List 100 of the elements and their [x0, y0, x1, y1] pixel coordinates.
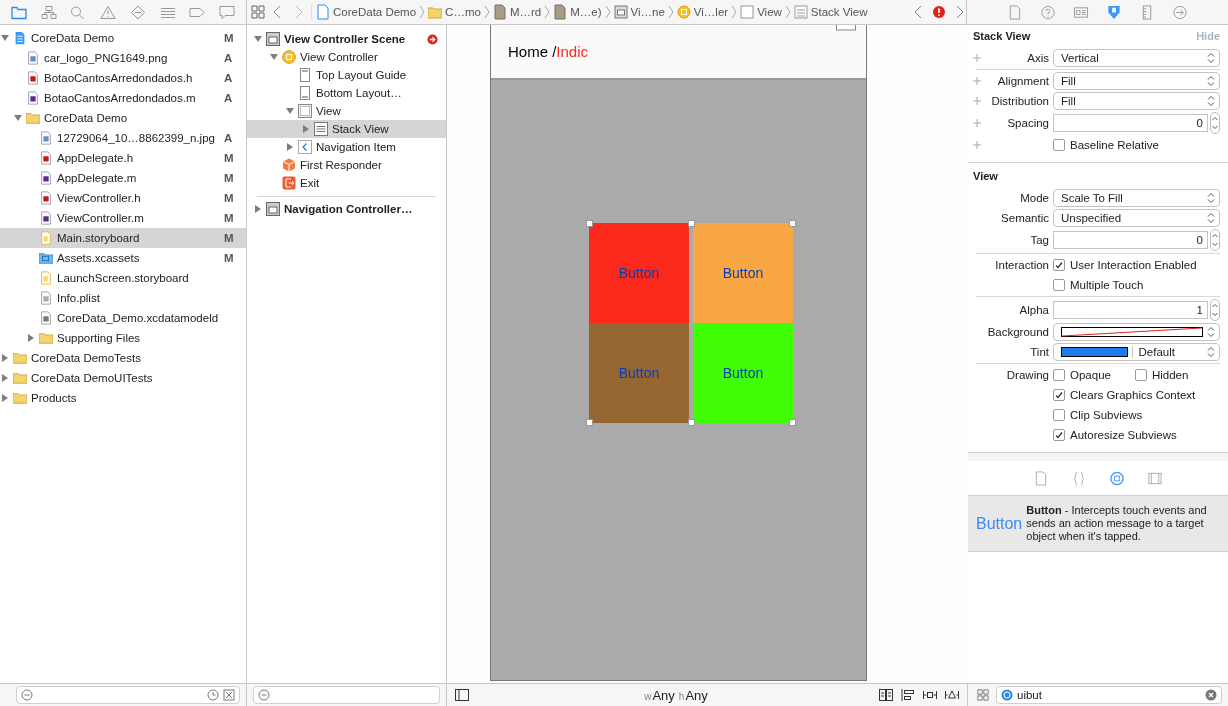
disclosure-triangle-icon[interactable] [1, 34, 9, 42]
folder-icon[interactable] [10, 4, 27, 20]
file-row[interactable]: Info.plist [0, 288, 246, 308]
pin-icon[interactable] [923, 689, 937, 701]
disclosure-triangle-icon[interactable] [286, 143, 294, 151]
search-icon[interactable] [70, 4, 87, 20]
breadcrumb[interactable]: Vi…ne [630, 6, 665, 18]
file-row[interactable]: CoreData_Demo.xcdatamodeld [0, 308, 246, 328]
object-library-icon[interactable] [1109, 470, 1125, 486]
popup-button[interactable]: Unspecified [1053, 209, 1220, 227]
checkbox[interactable]: Autoresize Subviews [1053, 429, 1177, 441]
disclosure-triangle-icon[interactable] [1, 374, 9, 382]
breadcrumb[interactable]: M…e) [570, 6, 602, 18]
file-row[interactable]: LaunchScreen.storyboard [0, 268, 246, 288]
checkbox[interactable]: Multiple Touch [1053, 279, 1144, 291]
file-icon[interactable] [1007, 4, 1023, 20]
outline-row[interactable]: View [247, 102, 446, 120]
file-row[interactable]: CoreData DemoTests [0, 348, 246, 368]
outline-row[interactable]: Stack View [247, 120, 446, 138]
tint-popup[interactable]: Default [1053, 343, 1220, 361]
size-class-button[interactable]: wAny hAny [469, 687, 879, 703]
clock-icon[interactable] [207, 689, 219, 701]
file-row[interactable]: CoreData Demo M [0, 28, 246, 48]
plus-icon[interactable] [973, 77, 981, 85]
plus-icon[interactable] [973, 141, 981, 149]
colored-button[interactable]: Button [693, 223, 793, 323]
sidebar-toggle-icon[interactable] [455, 689, 469, 701]
breadcrumb[interactable]: View [757, 6, 782, 18]
outline-row[interactable]: Bottom Layout… [247, 84, 446, 102]
disclosure-triangle-icon[interactable] [1, 394, 9, 402]
outline-row[interactable]: Exit [247, 174, 446, 192]
stepper-icon[interactable] [1210, 229, 1220, 251]
color-well[interactable] [1053, 323, 1220, 341]
checkbox[interactable]: Opaque [1053, 369, 1111, 381]
selection-handle[interactable] [688, 220, 695, 227]
popup-button[interactable]: Fill [1053, 92, 1220, 110]
checkbox[interactable]: User Interaction Enabled [1053, 259, 1197, 271]
file-row[interactable]: Assets.xcassets M [0, 248, 246, 268]
selection-handle[interactable] [688, 419, 695, 426]
file-row[interactable]: car_logo_PNG1649.png A [0, 48, 246, 68]
breadcrumb[interactable]: M…rd [509, 6, 542, 18]
braces-icon[interactable] [1071, 470, 1087, 486]
align-icon[interactable] [901, 689, 915, 701]
plus-icon[interactable] [973, 97, 981, 105]
library-item[interactable]: Button Button - Intercepts touch events and sends an action message to a target object when it's tapped. [968, 496, 1228, 552]
disclosure-triangle-icon[interactable] [270, 53, 278, 61]
outline-row[interactable]: View Controller [247, 48, 446, 66]
outline-row[interactable]: Navigation Item [247, 138, 446, 156]
file-row[interactable]: Products [0, 388, 246, 408]
breadcrumb[interactable]: Vi…ler [693, 6, 729, 18]
file-row[interactable]: ViewController.m M [0, 208, 246, 228]
breadcrumb[interactable]: CoreData Demo [333, 6, 417, 18]
file-row[interactable]: AppDelegate.m M [0, 168, 246, 188]
disclosure-triangle-icon[interactable] [302, 125, 310, 133]
hierarchy-icon[interactable] [40, 4, 57, 20]
selection-handle[interactable] [789, 220, 796, 227]
connections-icon[interactable] [1172, 4, 1188, 20]
resolve-icon[interactable] [945, 689, 959, 701]
colored-button[interactable]: Button [693, 323, 793, 423]
error-icon[interactable] [932, 5, 946, 19]
checkbox[interactable]: Clip Subviews [1053, 409, 1143, 421]
disclosure-triangle-icon[interactable] [254, 35, 262, 43]
checkbox[interactable]: Hidden [1134, 369, 1189, 381]
outline-row[interactable]: Top Layout Guide [247, 66, 446, 84]
issue-arrow-icon[interactable] [427, 33, 438, 45]
message-icon[interactable] [219, 4, 236, 20]
stepper-icon[interactable] [1210, 112, 1220, 134]
file-row[interactable]: BotaoCantosArredondados.m A [0, 88, 246, 108]
popup-button[interactable]: Fill [1053, 72, 1220, 90]
grid-icon[interactable] [976, 689, 990, 701]
identity-icon[interactable] [1073, 4, 1089, 20]
breadcrumb[interactable]: C…mo [445, 6, 481, 18]
media-library-icon[interactable] [1147, 470, 1163, 486]
file-row[interactable]: BotaoCantosArredondados.h A [0, 68, 246, 88]
disclosure-triangle-icon[interactable] [286, 107, 294, 115]
disclosure-triangle-icon[interactable] [1, 354, 9, 362]
plus-icon[interactable] [973, 54, 981, 62]
file-icon[interactable] [1033, 470, 1049, 486]
popup-button[interactable]: Vertical [1053, 49, 1220, 67]
disclosure-triangle-icon[interactable] [27, 334, 35, 342]
outline-row[interactable]: Navigation Controller… [247, 200, 446, 218]
checkbox[interactable]: Baseline Relative [1053, 139, 1159, 151]
filter-field[interactable] [253, 686, 440, 704]
breadcrumb[interactable]: Stack View [810, 6, 868, 18]
number-field[interactable]: 0 [1053, 231, 1208, 249]
stepper-icon[interactable] [1210, 299, 1220, 321]
attributes-icon[interactable] [1106, 4, 1122, 20]
selection-handle[interactable] [789, 419, 796, 426]
stack-icon[interactable] [879, 689, 893, 701]
diamond-icon[interactable] [129, 4, 146, 20]
file-row[interactable]: 12729064_10…8862399_n.jpg A [0, 128, 246, 148]
selection-handle[interactable] [586, 220, 593, 227]
disclosure-triangle-icon[interactable] [14, 114, 22, 122]
help-icon[interactable] [1040, 4, 1056, 20]
file-row[interactable]: ViewController.h M [0, 188, 246, 208]
search-field[interactable]: uibut [996, 686, 1222, 704]
outline-row[interactable]: View Controller Scene [247, 30, 446, 48]
outline-row[interactable]: First Responder [247, 156, 446, 174]
plus-icon[interactable] [973, 119, 981, 127]
file-row[interactable]: Supporting Files [0, 328, 246, 348]
